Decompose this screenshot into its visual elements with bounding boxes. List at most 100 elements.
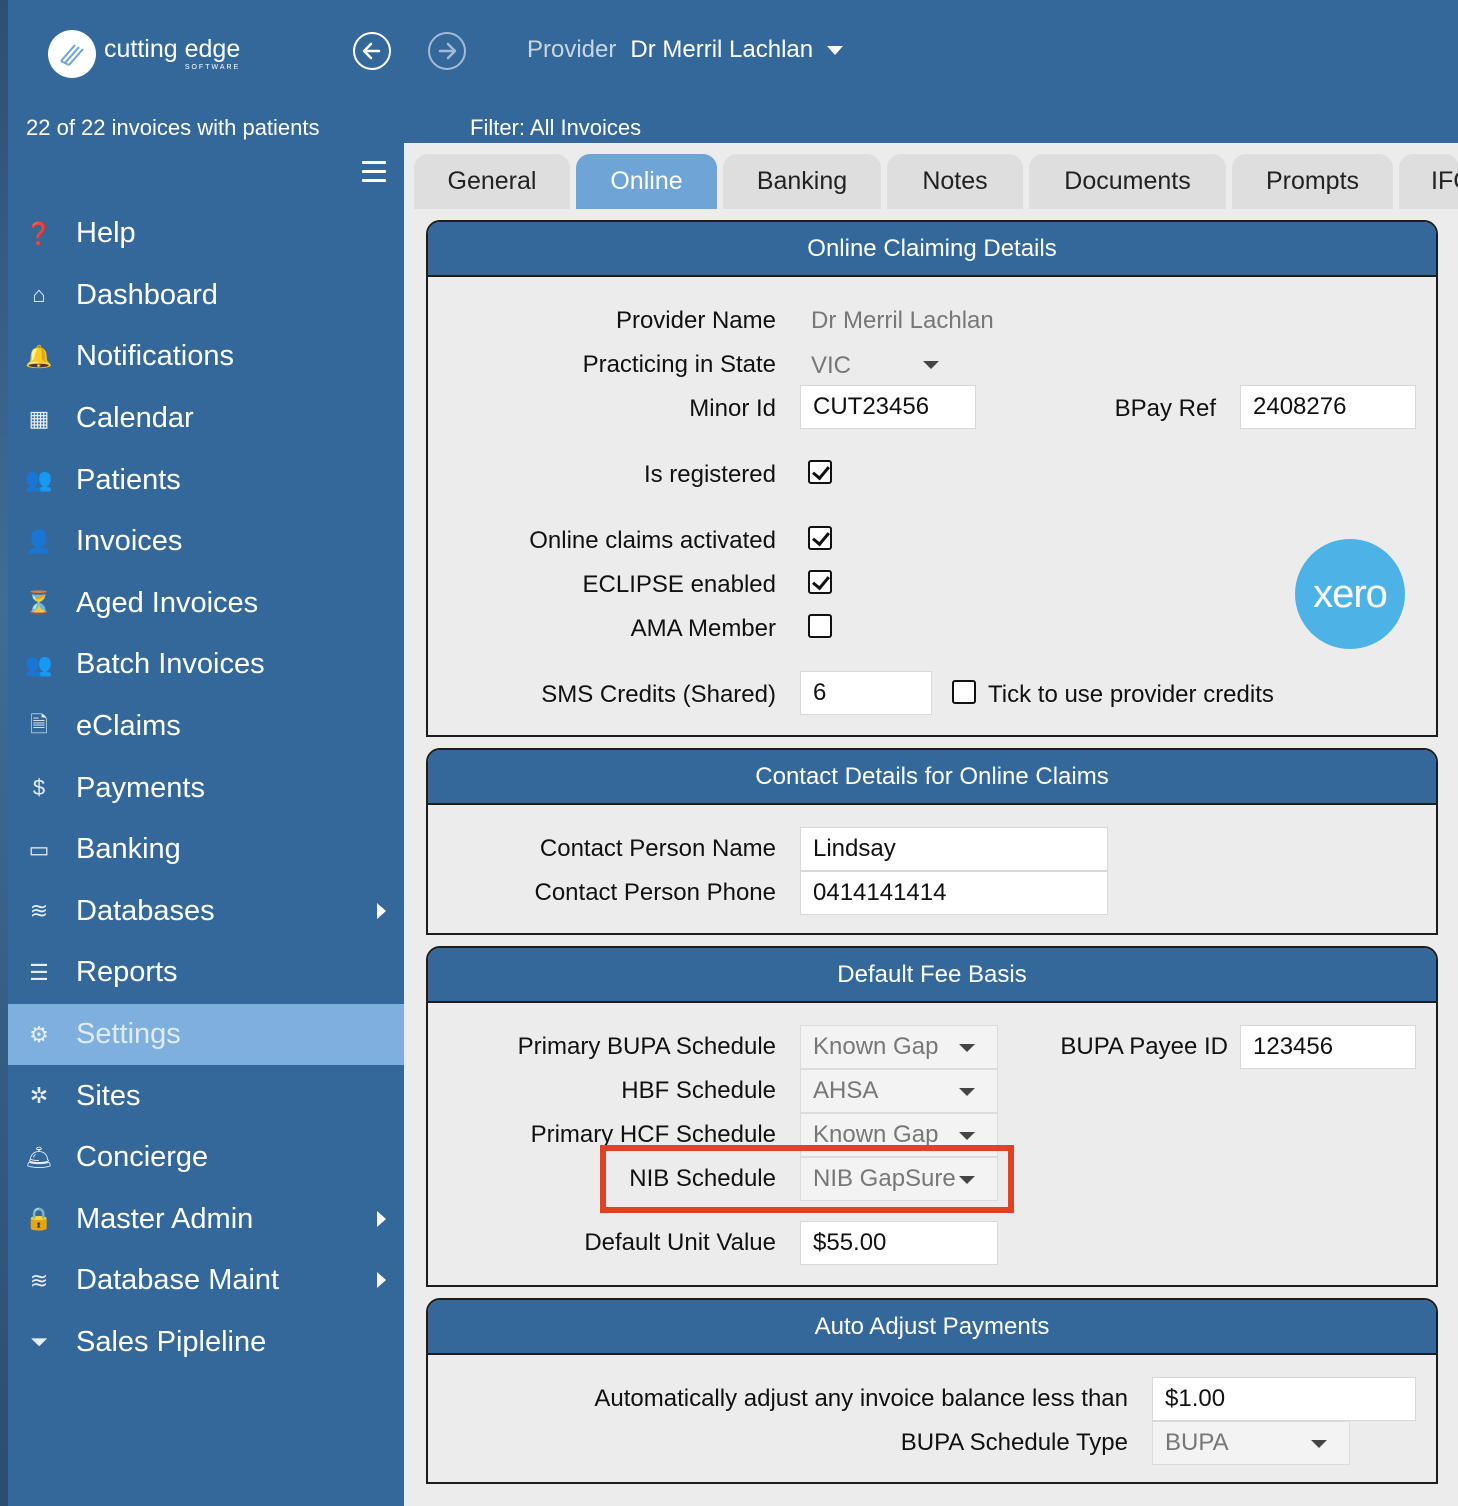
sidebar-item-label: Notifications: [76, 340, 234, 373]
hbf-schedule-select[interactable]: AHSA: [800, 1069, 998, 1113]
chevron-right-icon: [377, 902, 386, 919]
sidebar-item-label: Dashboard: [76, 278, 218, 311]
window-edge: [0, 0, 8, 1506]
sidebar-item-sales-pipeline[interactable]: ⏷ Sales Pipleline: [8, 1312, 404, 1374]
invoice-count: 22 of 22 invoices with patients: [26, 115, 320, 140]
sidebar-item-label: Patients: [76, 463, 181, 496]
sites-icon: ✲: [29, 1083, 49, 1109]
calendar-icon: ▦: [28, 405, 50, 431]
tab-banking[interactable]: Banking: [723, 154, 881, 209]
ama-checkbox[interactable]: [808, 614, 832, 638]
sidebar-item-payments[interactable]: $ Payments: [8, 757, 404, 819]
sidebar-item-calendar[interactable]: ▦ Calendar: [8, 388, 404, 450]
tab-general[interactable]: General: [414, 154, 570, 209]
dollar-icon: $: [32, 775, 46, 801]
chevron-down-icon: [959, 1044, 975, 1052]
users-icon: 👥: [25, 467, 53, 493]
online-claims-label: Online claims activated: [529, 527, 776, 554]
bell-icon: 🔔: [25, 343, 53, 369]
sidebar-item-help[interactable]: ❓ Help: [8, 203, 404, 265]
provider-credits-checkbox[interactable]: [952, 680, 976, 704]
xero-logo[interactable]: xero: [1295, 539, 1405, 649]
eclipse-checkbox[interactable]: [808, 570, 832, 594]
unit-value-input[interactable]: $55.00: [800, 1221, 998, 1265]
tab-online[interactable]: Online: [576, 154, 717, 209]
provider-name-label: Provider Name: [615, 307, 776, 334]
bupa-schedule-label: Primary BUPA Schedule: [517, 1033, 776, 1060]
state-select[interactable]: VIC: [801, 346, 961, 386]
sidebar-item-label: eClaims: [76, 710, 181, 743]
aged-invoices-icon: ⏳: [25, 590, 53, 616]
chevron-down-icon: [959, 1132, 975, 1140]
tab-documents[interactable]: Documents: [1029, 154, 1226, 209]
bupa-schedule-select[interactable]: Known Gap: [800, 1025, 998, 1069]
database-icon: ≋: [29, 898, 49, 924]
sidebar-item-banking[interactable]: ▭ Banking: [8, 819, 404, 881]
sms-credits-input[interactable]: 6: [800, 671, 932, 715]
database-icon: ≋: [29, 1267, 49, 1293]
ama-label: AMA Member: [630, 615, 776, 642]
hamburger-menu-icon[interactable]: [362, 161, 386, 188]
sidebar-item-patients[interactable]: 👥 Patients: [8, 449, 404, 511]
list-icon: ☰: [29, 959, 49, 985]
main-content: General Online Banking Notes Documents P…: [404, 143, 1458, 1506]
contact-name-input[interactable]: Lindsay: [800, 827, 1108, 871]
user-group-icon: 👥: [25, 651, 53, 677]
home-icon: ⌂: [32, 282, 46, 308]
minor-id-label: Minor Id: [689, 395, 776, 422]
sidebar-item-label: Database Maint: [76, 1264, 280, 1297]
user-gear-icon: ⚙: [29, 1021, 49, 1047]
sidebar-item-eclaims[interactable]: 🗎 eClaims: [8, 696, 404, 758]
sidebar-item-reports[interactable]: ☰ Reports: [8, 942, 404, 1004]
panel-title: Contact Details for Online Claims: [428, 750, 1436, 805]
brand-name: cutting edge: [104, 35, 241, 63]
tab-notes[interactable]: Notes: [887, 154, 1023, 209]
sidebar-item-notifications[interactable]: 🔔 Notifications: [8, 326, 404, 388]
bpay-ref-input[interactable]: 2408276: [1240, 385, 1416, 429]
back-button[interactable]: [353, 32, 391, 70]
bupa-type-select[interactable]: BUPA: [1152, 1421, 1350, 1465]
balance-threshold-input[interactable]: $1.00: [1152, 1377, 1416, 1421]
provider-credits-label: Tick to use provider credits: [988, 681, 1274, 708]
fee-basis-panel: Default Fee Basis Primary BUPA Schedule …: [426, 946, 1438, 1287]
sidebar-item-invoices[interactable]: 👤 Invoices: [8, 511, 404, 573]
help-icon: ❓: [25, 220, 53, 246]
arrow-right-icon: [438, 42, 457, 60]
online-claims-checkbox[interactable]: [808, 526, 832, 550]
panel-title: Online Claiming Details: [428, 222, 1436, 277]
money-check-icon: ▭: [28, 836, 50, 862]
state-label: Practicing in State: [582, 351, 776, 378]
sidebar-item-aged-invoices[interactable]: ⏳ Aged Invoices: [8, 573, 404, 635]
sidebar-item-dashboard[interactable]: ⌂ Dashboard: [8, 265, 404, 327]
sidebar-item-batch-invoices[interactable]: 👥 Batch Invoices: [8, 634, 404, 696]
sidebar-item-database-maint[interactable]: ≋ Database Maint: [8, 1250, 404, 1312]
sidebar-item-label: Calendar: [76, 402, 194, 435]
sidebar-item-databases[interactable]: ≋ Databases: [8, 881, 404, 943]
sidebar-item-label: Aged Invoices: [76, 586, 259, 619]
sidebar-item-sites[interactable]: ✲ Sites: [8, 1065, 404, 1127]
tab-ifc[interactable]: IFC: [1399, 154, 1458, 209]
sidebar-item-label: Sites: [76, 1079, 141, 1112]
tab-prompts[interactable]: Prompts: [1232, 154, 1393, 209]
chevron-right-icon: [377, 1210, 386, 1227]
sidebar-item-label: Reports: [76, 956, 178, 989]
balance-threshold-label: Automatically adjust any invoice balance…: [594, 1385, 1128, 1412]
minor-id-input[interactable]: CUT23456: [800, 385, 976, 429]
contact-name-label: Contact Person Name: [539, 835, 776, 862]
contact-phone-input[interactable]: 0414141414: [800, 871, 1108, 915]
hbf-schedule-label: HBF Schedule: [621, 1077, 776, 1104]
provider-selector[interactable]: Provider Dr Merril Lachlan: [527, 36, 844, 64]
bupa-schedule-value: Known Gap: [813, 1033, 939, 1060]
sidebar-item-settings[interactable]: ⚙ Settings: [8, 1003, 404, 1066]
sidebar-item-label: Banking: [76, 833, 181, 866]
concierge-bell-icon: 🛎: [25, 1144, 53, 1170]
panel-title: Default Fee Basis: [428, 948, 1436, 1003]
logo[interactable]: cutting edge SOFTWARE: [48, 30, 240, 78]
bupa-type-value: BUPA: [1165, 1429, 1229, 1456]
forward-button[interactable]: [428, 32, 466, 70]
registered-checkbox[interactable]: [808, 460, 832, 484]
sidebar-item-concierge[interactable]: 🛎 Concierge: [8, 1127, 404, 1189]
bupa-payee-input[interactable]: 123456: [1240, 1025, 1416, 1069]
contact-phone-label: Contact Person Phone: [534, 879, 777, 906]
sidebar-item-master-admin[interactable]: 🔒 Master Admin: [8, 1189, 404, 1251]
